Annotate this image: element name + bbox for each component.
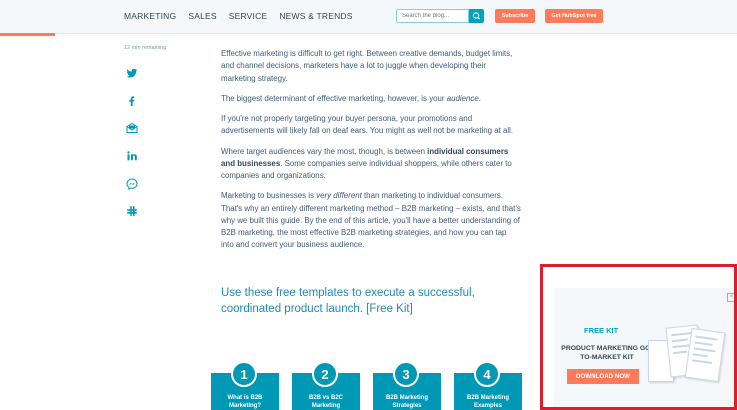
nav-item-sales[interactable]: SALES xyxy=(188,11,216,21)
article-body: Effective marketing is difficult to get … xyxy=(221,48,521,260)
chapter-card-1[interactable]: 1 What is B2B Marketing? xyxy=(211,361,279,410)
paragraph: Marketing to businesses is very differen… xyxy=(221,191,521,250)
search-input[interactable] xyxy=(396,9,469,23)
chapter-label: B2B Marketing Examples xyxy=(466,395,509,410)
top-navigation-bar: MARKETING SALES SERVICE NEWS & TRENDS Su… xyxy=(0,0,737,34)
paragraph: Effective marketing is difficult to get … xyxy=(221,49,513,83)
chapter-number: 1 xyxy=(231,361,257,387)
chapter-number: 2 xyxy=(312,361,338,387)
paragraph: The biggest determinant of effective mar… xyxy=(221,93,481,103)
time-remaining: 12 min remaining xyxy=(124,45,167,51)
chapter-card-4[interactable]: 4 B2B Marketing Examples xyxy=(454,361,522,410)
subscribe-button[interactable]: Subscribe xyxy=(495,9,535,23)
main-nav: MARKETING SALES SERVICE NEWS & TRENDS xyxy=(124,11,353,21)
paragraph: If you're not properly targeting your bu… xyxy=(221,114,514,136)
chapter-label: B2B vs B2C Marketing xyxy=(308,395,343,410)
messenger-icon[interactable] xyxy=(126,178,138,190)
email-icon[interactable] xyxy=(126,122,138,134)
highlight-frame xyxy=(540,264,737,410)
linkedin-icon[interactable] xyxy=(126,150,138,162)
nav-item-marketing[interactable]: MARKETING xyxy=(124,11,176,21)
chapter-number: 4 xyxy=(474,361,500,387)
chapter-card-3[interactable]: 3 B2B Marketing Strategies xyxy=(373,361,441,410)
nav-item-news-trends[interactable]: NEWS & TRENDS xyxy=(279,11,352,21)
twitter-icon[interactable] xyxy=(126,67,138,79)
paragraph: Where target audiences vary the most, th… xyxy=(221,146,512,181)
chapter-number: 3 xyxy=(393,361,419,387)
chapter-label: What is B2B Marketing? xyxy=(227,395,263,410)
chapter-label: B2B Marketing Strategies xyxy=(385,395,428,410)
search-button[interactable] xyxy=(469,9,484,23)
chapter-card-2[interactable]: 2 B2B vs B2C Marketing xyxy=(292,361,360,410)
reading-progress-bar xyxy=(0,33,55,36)
facebook-icon[interactable] xyxy=(126,95,138,107)
free-kit-cta-link[interactable]: Use these free templates to execute a su… xyxy=(221,285,511,317)
get-hubspot-free-button[interactable]: Get HubSpot free xyxy=(545,9,603,23)
search-icon xyxy=(472,12,481,20)
slack-icon[interactable] xyxy=(126,205,138,217)
nav-item-service[interactable]: SERVICE xyxy=(229,11,268,21)
